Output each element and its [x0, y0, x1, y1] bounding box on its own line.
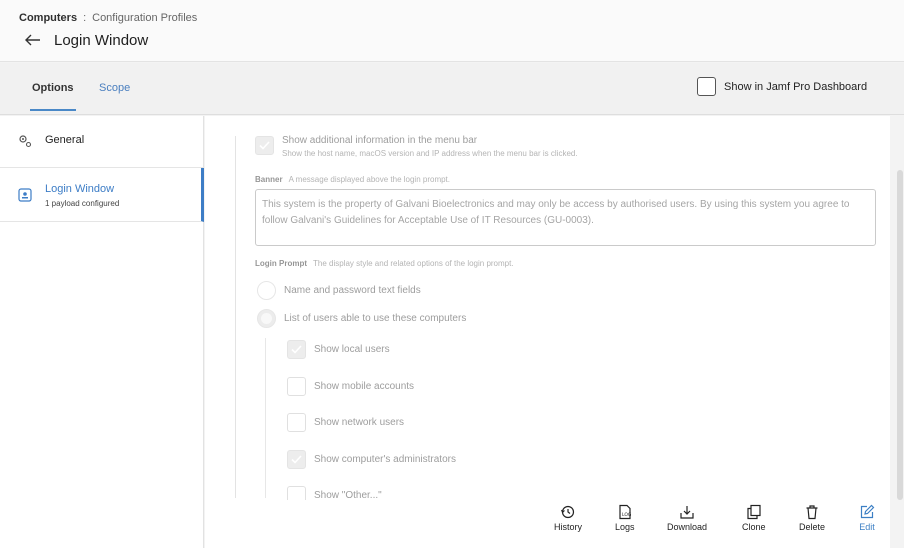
user-option-label: Show network users: [314, 417, 405, 428]
banner-section-label: Banner A message displayed above the logi…: [255, 175, 450, 184]
banner-textarea[interactable]: This system is the property of Galvani B…: [255, 189, 876, 246]
user-option-row[interactable]: Show mobile accounts: [287, 377, 414, 396]
radio-option-label: List of users able to use these computer…: [284, 313, 467, 324]
radio-option-row[interactable]: Name and password text fields: [257, 281, 421, 300]
sidebar-item-sublabel: 1 payload configured: [45, 199, 120, 208]
sidebar-item-label: Login Window: [45, 183, 115, 195]
radio-option-label: Name and password text fields: [284, 285, 421, 296]
show-in-dashboard-toggle[interactable]: Show in Jamf Pro Dashboard: [697, 77, 867, 96]
show-local-users-checkbox[interactable]: [287, 340, 306, 359]
clone-icon: [746, 504, 762, 520]
svg-text:LOG: LOG: [622, 512, 632, 518]
download-button[interactable]: Download: [667, 504, 707, 532]
login-prompt-description: The display style and related options of…: [313, 259, 514, 268]
clone-button[interactable]: Clone: [742, 504, 766, 532]
menu-bar-info-row: Show additional information in the menu …: [255, 135, 578, 158]
tab-bar: Options Scope Show in Jamf Pro Dashboard: [0, 63, 904, 115]
gear-icon: [18, 134, 32, 148]
show-network-users-checkbox[interactable]: [287, 413, 306, 432]
name-password-radio[interactable]: [257, 281, 276, 300]
user-option-row[interactable]: Show local users: [287, 340, 390, 359]
show-administrators-checkbox[interactable]: [287, 450, 306, 469]
login-prompt-label: Login Prompt: [255, 259, 307, 268]
tab-scope[interactable]: Scope: [99, 82, 130, 94]
breadcrumb: Computers : Configuration Profiles: [19, 12, 197, 24]
page-header: Computers : Configuration Profiles Login…: [0, 0, 904, 62]
logs-label: Logs: [615, 522, 635, 532]
user-option-row[interactable]: Show computer's administrators: [287, 450, 456, 469]
sidebar-item-general[interactable]: General: [0, 116, 204, 168]
menu-bar-info-checkbox[interactable]: [255, 136, 274, 155]
edit-icon: [859, 504, 875, 520]
payload-sidebar: General Login Window 1 payload configure…: [0, 116, 204, 548]
logs-button[interactable]: LOG Logs: [615, 504, 635, 532]
delete-label: Delete: [799, 522, 826, 532]
menu-bar-info-description: Show the host name, macOS version and IP…: [282, 149, 578, 158]
banner-description: A message displayed above the login prom…: [288, 175, 450, 184]
login-window-icon: [18, 188, 32, 202]
delete-icon: [804, 504, 820, 520]
edit-button[interactable]: Edit: [859, 504, 875, 532]
show-mobile-accounts-checkbox[interactable]: [287, 377, 306, 396]
user-option-row[interactable]: Show network users: [287, 413, 404, 432]
user-option-label: Show mobile accounts: [314, 381, 415, 392]
breadcrumb-current[interactable]: Configuration Profiles: [92, 12, 197, 24]
download-icon: [679, 504, 695, 520]
user-list-radio[interactable]: [257, 309, 276, 328]
logs-icon: LOG: [617, 504, 633, 520]
payload-form: Show additional information in the menu …: [205, 116, 890, 548]
login-prompt-section-label: Login Prompt The display style and relate…: [255, 259, 514, 268]
history-label: History: [554, 522, 583, 532]
dashboard-label: Show in Jamf Pro Dashboard: [724, 80, 868, 93]
menu-bar-info-label: Show additional information in the menu …: [282, 135, 478, 146]
delete-button[interactable]: Delete: [799, 504, 825, 532]
form-indent-line: [235, 136, 236, 498]
banner-label: Banner: [255, 175, 283, 184]
download-label: Download: [667, 522, 708, 532]
edit-label: Edit: [859, 522, 875, 532]
action-bar: History LOG Logs Download Clone Delete E…: [205, 500, 890, 548]
sidebar-item-login-window[interactable]: Login Window 1 payload configured: [0, 168, 204, 222]
user-option-label: Show local users: [314, 344, 390, 355]
dashboard-checkbox[interactable]: [697, 77, 716, 96]
history-icon: [560, 504, 576, 520]
back-arrow-icon[interactable]: [24, 31, 42, 49]
tab-options[interactable]: Options: [30, 82, 76, 111]
page-title: Login Window: [54, 31, 149, 49]
user-option-label: Show computer's administrators: [314, 454, 456, 465]
clone-label: Clone: [742, 522, 766, 532]
user-options-indent-line: [265, 338, 266, 498]
breadcrumb-root[interactable]: Computers: [19, 12, 77, 24]
content-scrollbar[interactable]: [897, 170, 903, 500]
breadcrumb-separator: :: [83, 12, 87, 24]
radio-option-row[interactable]: List of users able to use these computer…: [257, 309, 466, 328]
history-button[interactable]: History: [554, 504, 582, 532]
sidebar-item-label: General: [45, 134, 85, 146]
